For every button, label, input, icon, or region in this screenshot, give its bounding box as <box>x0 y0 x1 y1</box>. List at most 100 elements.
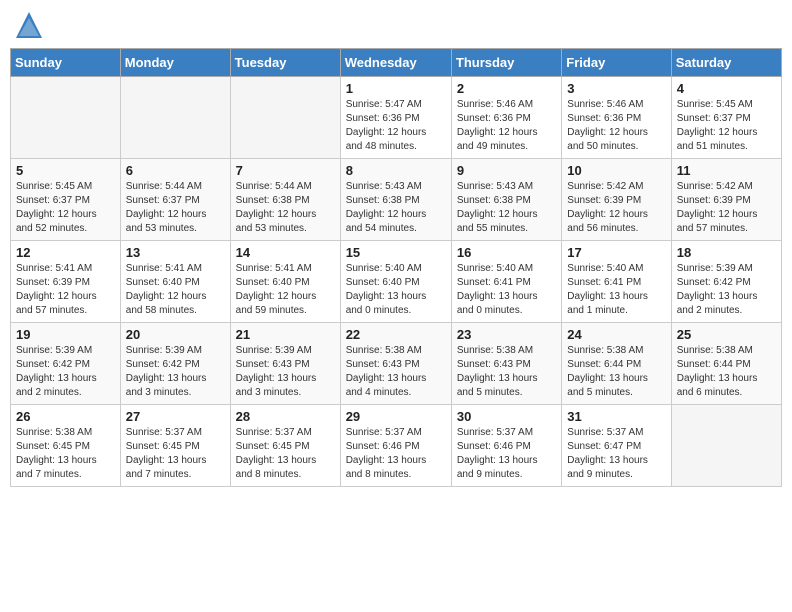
calendar-day-header: Sunday <box>11 49 121 77</box>
calendar-cell: 21 Sunrise: 5:39 AM Sunset: 6:43 PM Dayli… <box>230 323 340 405</box>
calendar-cell: 11 Sunrise: 5:42 AM Sunset: 6:39 PM Dayli… <box>671 159 781 241</box>
day-info: Sunrise: 5:43 AM Sunset: 6:38 PM Dayligh… <box>457 180 556 236</box>
day-number: 22 <box>346 327 446 342</box>
day-info: Sunrise: 5:37 AM Sunset: 6:47 PM Dayligh… <box>567 426 665 482</box>
day-number: 27 <box>126 409 225 424</box>
calendar-header-row: SundayMondayTuesdayWednesdayThursdayFrid… <box>11 49 782 77</box>
day-number: 19 <box>16 327 115 342</box>
day-info: Sunrise: 5:41 AM Sunset: 6:39 PM Dayligh… <box>16 262 115 318</box>
day-number: 16 <box>457 245 556 260</box>
calendar-day-header: Friday <box>562 49 671 77</box>
day-number: 12 <box>16 245 115 260</box>
day-number: 13 <box>126 245 225 260</box>
calendar-cell: 10 Sunrise: 5:42 AM Sunset: 6:39 PM Dayli… <box>562 159 671 241</box>
day-number: 24 <box>567 327 665 342</box>
day-number: 10 <box>567 163 665 178</box>
day-number: 6 <box>126 163 225 178</box>
day-number: 7 <box>236 163 335 178</box>
calendar-week-row: 19 Sunrise: 5:39 AM Sunset: 6:42 PM Dayli… <box>11 323 782 405</box>
day-info: Sunrise: 5:41 AM Sunset: 6:40 PM Dayligh… <box>236 262 335 318</box>
calendar-cell: 15 Sunrise: 5:40 AM Sunset: 6:40 PM Dayli… <box>340 241 451 323</box>
day-number: 29 <box>346 409 446 424</box>
day-info: Sunrise: 5:43 AM Sunset: 6:38 PM Dayligh… <box>346 180 446 236</box>
day-info: Sunrise: 5:37 AM Sunset: 6:46 PM Dayligh… <box>346 426 446 482</box>
calendar-week-row: 1Sunrise: 5:47 AM Sunset: 6:36 PM Daylig… <box>11 77 782 159</box>
day-number: 2 <box>457 81 556 96</box>
calendar-day-header: Saturday <box>671 49 781 77</box>
day-info: Sunrise: 5:39 AM Sunset: 6:42 PM Dayligh… <box>126 344 225 400</box>
day-number: 18 <box>677 245 776 260</box>
calendar-cell: 24Sunrise: 5:38 AM Sunset: 6:44 PM Dayli… <box>562 323 671 405</box>
calendar-cell: 6 Sunrise: 5:44 AM Sunset: 6:37 PM Daylig… <box>120 159 230 241</box>
calendar-cell: 5 Sunrise: 5:45 AM Sunset: 6:37 PM Daylig… <box>11 159 121 241</box>
day-number: 1 <box>346 81 446 96</box>
calendar-cell: 18Sunrise: 5:39 AM Sunset: 6:42 PM Dayli… <box>671 241 781 323</box>
day-info: Sunrise: 5:42 AM Sunset: 6:39 PM Dayligh… <box>567 180 665 236</box>
day-info: Sunrise: 5:38 AM Sunset: 6:45 PM Dayligh… <box>16 426 115 482</box>
day-number: 25 <box>677 327 776 342</box>
day-number: 21 <box>236 327 335 342</box>
calendar-cell: 3 Sunrise: 5:46 AM Sunset: 6:36 PM Daylig… <box>562 77 671 159</box>
calendar-cell: 25 Sunrise: 5:38 AM Sunset: 6:44 PM Dayli… <box>671 323 781 405</box>
day-info: Sunrise: 5:39 AM Sunset: 6:43 PM Dayligh… <box>236 344 335 400</box>
day-info: Sunrise: 5:40 AM Sunset: 6:40 PM Dayligh… <box>346 262 446 318</box>
calendar-cell <box>671 405 781 487</box>
calendar-cell: 28 Sunrise: 5:37 AM Sunset: 6:45 PM Dayli… <box>230 405 340 487</box>
calendar-day-header: Tuesday <box>230 49 340 77</box>
calendar-week-row: 26Sunrise: 5:38 AM Sunset: 6:45 PM Dayli… <box>11 405 782 487</box>
calendar-cell: 19 Sunrise: 5:39 AM Sunset: 6:42 PM Dayli… <box>11 323 121 405</box>
day-number: 9 <box>457 163 556 178</box>
calendar-cell: 16 Sunrise: 5:40 AM Sunset: 6:41 PM Dayli… <box>451 241 561 323</box>
day-info: Sunrise: 5:40 AM Sunset: 6:41 PM Dayligh… <box>457 262 556 318</box>
calendar-day-header: Wednesday <box>340 49 451 77</box>
day-info: Sunrise: 5:38 AM Sunset: 6:44 PM Dayligh… <box>677 344 776 400</box>
day-number: 17 <box>567 245 665 260</box>
day-info: Sunrise: 5:37 AM Sunset: 6:46 PM Dayligh… <box>457 426 556 482</box>
calendar-cell: 8 Sunrise: 5:43 AM Sunset: 6:38 PM Daylig… <box>340 159 451 241</box>
day-info: Sunrise: 5:44 AM Sunset: 6:37 PM Dayligh… <box>126 180 225 236</box>
calendar-week-row: 12 Sunrise: 5:41 AM Sunset: 6:39 PM Dayli… <box>11 241 782 323</box>
calendar-cell: 29 Sunrise: 5:37 AM Sunset: 6:46 PM Dayli… <box>340 405 451 487</box>
day-info: Sunrise: 5:39 AM Sunset: 6:42 PM Dayligh… <box>16 344 115 400</box>
day-number: 31 <box>567 409 665 424</box>
calendar-cell: 23 Sunrise: 5:38 AM Sunset: 6:43 PM Dayli… <box>451 323 561 405</box>
calendar-cell <box>120 77 230 159</box>
calendar-cell: 27Sunrise: 5:37 AM Sunset: 6:45 PM Dayli… <box>120 405 230 487</box>
day-info: Sunrise: 5:44 AM Sunset: 6:38 PM Dayligh… <box>236 180 335 236</box>
day-info: Sunrise: 5:41 AM Sunset: 6:40 PM Dayligh… <box>126 262 225 318</box>
calendar-week-row: 5 Sunrise: 5:45 AM Sunset: 6:37 PM Daylig… <box>11 159 782 241</box>
calendar-cell: 30 Sunrise: 5:37 AM Sunset: 6:46 PM Dayli… <box>451 405 561 487</box>
day-number: 28 <box>236 409 335 424</box>
day-number: 30 <box>457 409 556 424</box>
calendar-cell: 17 Sunrise: 5:40 AM Sunset: 6:41 PM Dayli… <box>562 241 671 323</box>
logo <box>14 10 48 40</box>
day-info: Sunrise: 5:40 AM Sunset: 6:41 PM Dayligh… <box>567 262 665 318</box>
calendar-cell: 13 Sunrise: 5:41 AM Sunset: 6:40 PM Dayli… <box>120 241 230 323</box>
day-number: 3 <box>567 81 665 96</box>
day-number: 5 <box>16 163 115 178</box>
calendar-cell: 26Sunrise: 5:38 AM Sunset: 6:45 PM Dayli… <box>11 405 121 487</box>
calendar-cell: 31 Sunrise: 5:37 AM Sunset: 6:47 PM Dayli… <box>562 405 671 487</box>
page-header <box>10 10 782 40</box>
day-number: 4 <box>677 81 776 96</box>
day-number: 11 <box>677 163 776 178</box>
day-info: Sunrise: 5:46 AM Sunset: 6:36 PM Dayligh… <box>567 98 665 154</box>
calendar-cell <box>11 77 121 159</box>
day-info: Sunrise: 5:45 AM Sunset: 6:37 PM Dayligh… <box>677 98 776 154</box>
calendar-cell: 7 Sunrise: 5:44 AM Sunset: 6:38 PM Daylig… <box>230 159 340 241</box>
day-number: 20 <box>126 327 225 342</box>
day-number: 8 <box>346 163 446 178</box>
day-info: Sunrise: 5:45 AM Sunset: 6:37 PM Dayligh… <box>16 180 115 236</box>
day-number: 23 <box>457 327 556 342</box>
day-number: 15 <box>346 245 446 260</box>
day-info: Sunrise: 5:46 AM Sunset: 6:36 PM Dayligh… <box>457 98 556 154</box>
calendar-cell: 12 Sunrise: 5:41 AM Sunset: 6:39 PM Dayli… <box>11 241 121 323</box>
day-info: Sunrise: 5:38 AM Sunset: 6:43 PM Dayligh… <box>346 344 446 400</box>
day-info: Sunrise: 5:37 AM Sunset: 6:45 PM Dayligh… <box>236 426 335 482</box>
day-info: Sunrise: 5:42 AM Sunset: 6:39 PM Dayligh… <box>677 180 776 236</box>
day-info: Sunrise: 5:38 AM Sunset: 6:43 PM Dayligh… <box>457 344 556 400</box>
calendar-cell: 20 Sunrise: 5:39 AM Sunset: 6:42 PM Dayli… <box>120 323 230 405</box>
calendar-cell: 1Sunrise: 5:47 AM Sunset: 6:36 PM Daylig… <box>340 77 451 159</box>
logo-icon <box>14 10 44 40</box>
calendar-table: SundayMondayTuesdayWednesdayThursdayFrid… <box>10 48 782 487</box>
